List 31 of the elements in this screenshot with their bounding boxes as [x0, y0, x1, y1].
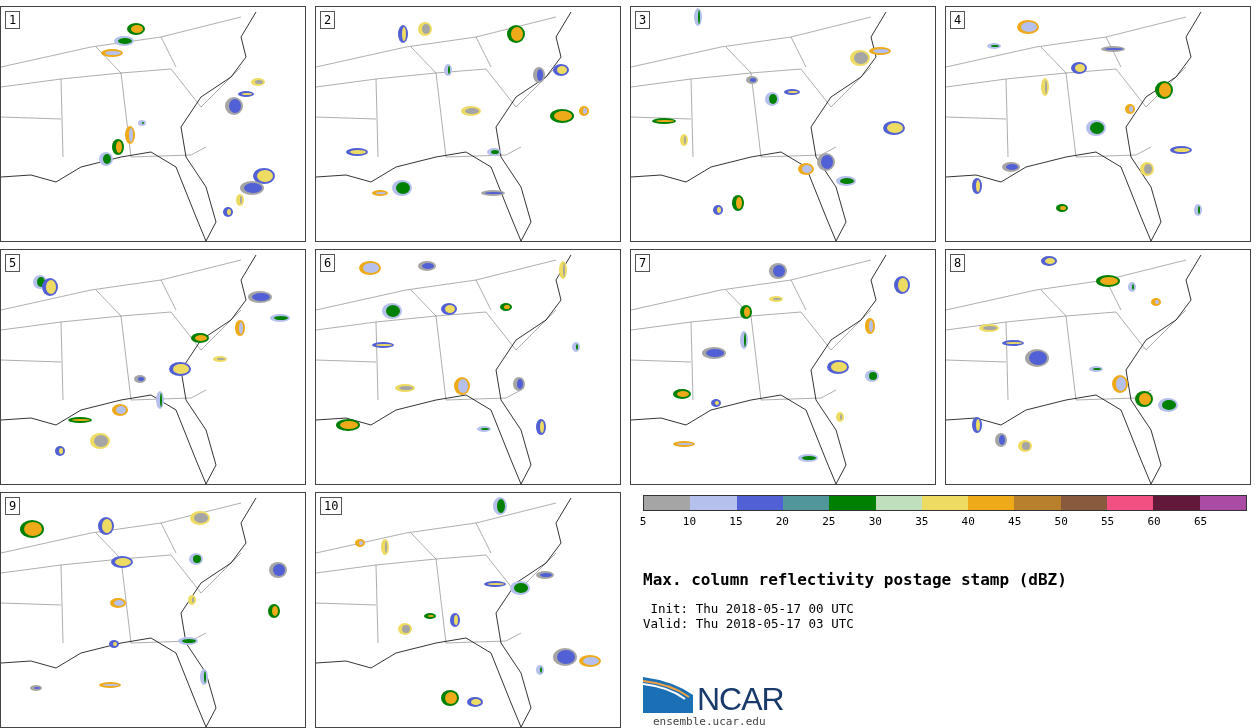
tick-label: 35: [915, 515, 929, 528]
panel-number: 3: [635, 11, 651, 29]
info-label: Valid:: [643, 616, 689, 631]
tick-label: 60: [1147, 515, 1161, 528]
info-value: Thu 2018-05-17 00 UTC: [695, 601, 854, 616]
logo-wordmark: NCAR: [697, 685, 784, 713]
panel-number: 6: [320, 254, 336, 272]
info-value: Thu 2018-05-17 03 UTC: [695, 616, 854, 631]
site-url: ensemble.ucar.edu: [653, 715, 767, 728]
info-label: Init:: [649, 601, 689, 616]
panel-number: 10: [320, 497, 343, 515]
tick-label: 10: [682, 515, 697, 528]
panel-number: 8: [950, 254, 966, 272]
panel-number: 5: [5, 254, 21, 272]
panel-number: 4: [950, 11, 966, 29]
tick-label: 15: [729, 515, 743, 528]
tick-label: 5: [639, 515, 647, 528]
tick-label: 40: [961, 515, 975, 528]
panel-number: 2: [320, 11, 336, 29]
panel-number: 7: [635, 254, 651, 272]
tick-label: 45: [1008, 515, 1022, 528]
tick-label: 65: [1193, 515, 1208, 528]
tick-label: 50: [1054, 515, 1068, 528]
chart-title: Max. column reflectivity postage stamp (dBZ): [643, 570, 1068, 589]
panel-number: 9: [5, 497, 21, 515]
tick-label: 25: [822, 515, 836, 528]
tick-label: 55: [1101, 515, 1115, 528]
swoosh-icon: [643, 675, 693, 713]
tick-label: 20: [775, 515, 789, 528]
tick-label: 30: [868, 515, 882, 528]
panel-number: 1: [5, 11, 21, 29]
